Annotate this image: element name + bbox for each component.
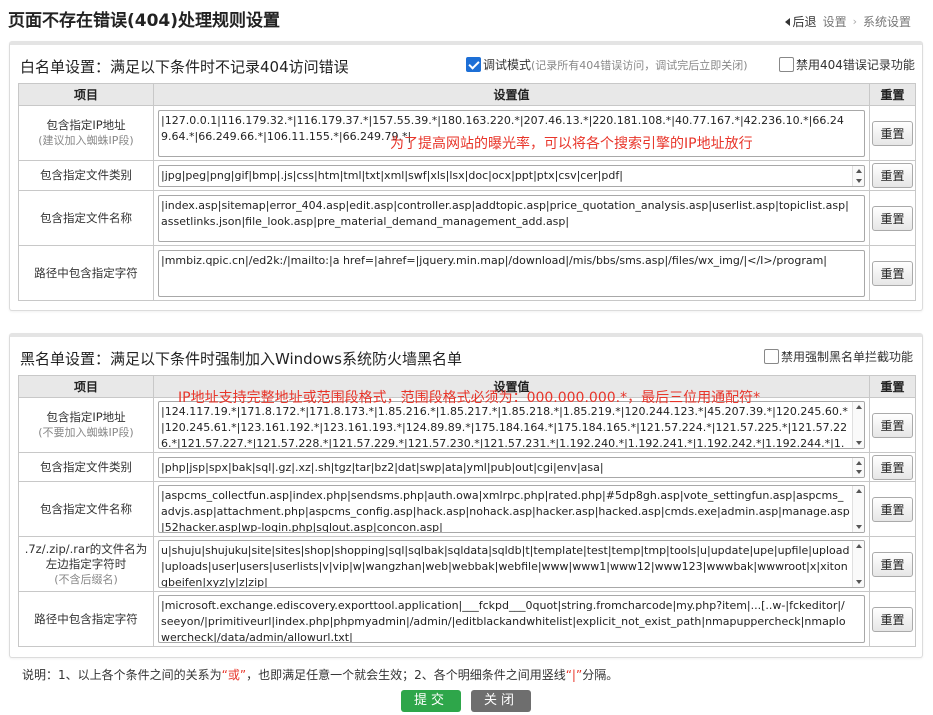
reset-button[interactable]: 重置: [872, 260, 913, 286]
row-label: 路径中包含指定字符: [18, 591, 154, 647]
row-sublabel: (不含后缀名): [54, 572, 118, 586]
column-header-reset: 重置: [869, 375, 916, 398]
row-label: 包含指定文件名称: [18, 190, 154, 246]
column-header-value: 设置值: [153, 83, 870, 106]
submit-button[interactable]: 提交: [401, 690, 461, 712]
row-label: 包含指定文件名称: [18, 481, 154, 537]
chevron-right-icon: ›: [852, 15, 857, 28]
table-row: 包含指定文件类别 |jpg|peg|png|gif|bmp|.js|css|ht…: [18, 160, 916, 191]
row-label: 包含指定文件类别: [18, 160, 154, 191]
whitelist-filetype-textarea[interactable]: |jpg|peg|png|gif|bmp|.js|css|htm|tml|txt…: [158, 164, 865, 187]
scrollbar[interactable]: [852, 165, 864, 186]
row-sublabel: (不要加入蜘蛛IP段): [38, 426, 134, 439]
reset-button[interactable]: 重置: [872, 163, 913, 188]
table-row: 包含指定文件类别 |php|jsp|spx|bak|sql|.gz|.xz|.s…: [18, 452, 916, 482]
reset-button[interactable]: 重置: [872, 551, 913, 577]
column-header-reset: 重置: [869, 83, 916, 106]
disable-blacklist-checkbox[interactable]: 禁用强制黑名单拦截功能: [764, 348, 913, 365]
reset-button[interactable]: 重置: [872, 454, 913, 480]
reset-button[interactable]: 重置: [872, 606, 913, 632]
disable-404-log-checkbox[interactable]: 禁用404错误记录功能: [779, 56, 915, 73]
blacklist-annotation: IP地址支持完整地址或范围段格式，范围段格式必须为：000.000.000.*，…: [178, 390, 761, 406]
row-label: 包含指定IP地址: [46, 410, 126, 424]
reset-button[interactable]: 重置: [872, 496, 913, 522]
checkbox-unchecked-icon[interactable]: [764, 349, 779, 364]
reset-button[interactable]: 重置: [872, 205, 913, 231]
blacklist-panel: 黑名单设置：满足以下条件时强制加入Windows系统防火墙黑名单 禁用强制黑名单…: [9, 333, 923, 658]
table-row: 路径中包含指定字符 |mmbiz.qpic.cn|/ed2k:/|mailto:…: [18, 245, 916, 301]
scrollbar[interactable]: [852, 457, 864, 477]
column-header-item: 项目: [18, 83, 154, 106]
whitelist-path-textarea[interactable]: |mmbiz.qpic.cn|/ed2k:/|mailto:|a href=|a…: [158, 249, 865, 297]
table-row: 包含指定文件名称 |index.asp|sitemap|error_404.as…: [18, 190, 916, 246]
row-label: .7z/.zip/.rar的文件名为左边指定字符时: [24, 541, 148, 571]
whitelist-annotation: 为了提高网站的曝光率，可以将各个搜索引擎的IP地址放行: [390, 136, 753, 152]
table-row: 包含指定文件名称 |aspcms_collectfun.asp|index.ph…: [18, 481, 916, 537]
row-label: 包含指定IP地址: [46, 118, 126, 132]
checkbox-checked-icon[interactable]: [466, 57, 481, 72]
breadcrumb-item-system-settings[interactable]: 系统设置: [863, 13, 911, 30]
footer-note: 说明：1、以上各个条件之间的关系为“或”，也即满足任意一个就会生效；2、各个明细…: [22, 668, 619, 682]
blacklist-table: 项目 设置值 重置 包含指定IP地址 (不要加入蜘蛛IP段) |124.117.1…: [18, 375, 916, 647]
blacklist-path-textarea[interactable]: |microsoft.exchange.ediscovery.exporttoo…: [158, 595, 865, 643]
row-label: 路径中包含指定字符: [18, 245, 154, 301]
blacklist-filetype-textarea[interactable]: |php|jsp|spx|bak|sql|.gz|.xz|.sh|tgz|tar…: [158, 456, 865, 478]
back-link[interactable]: 后退: [784, 13, 817, 30]
debug-mode-checkbox[interactable]: 调试模式 (记录所有404错误访问，调试完后立即关闭): [466, 56, 748, 73]
blacklist-ip-textarea[interactable]: |124.117.19.*|171.8.172.*|171.8.173.*|1.…: [158, 401, 865, 449]
table-row: .7z/.zip/.rar的文件名为左边指定字符时 (不含后缀名) u|shuju…: [18, 536, 916, 592]
close-button[interactable]: 关闭: [471, 690, 531, 712]
row-sublabel: (建议加入蜘蛛IP段): [38, 134, 134, 147]
reset-button[interactable]: 重置: [872, 412, 913, 438]
breadcrumb: 后退 设置 › 系统设置: [784, 13, 911, 30]
whitelist-panel: 白名单设置：满足以下条件时不记录404访问错误 调试模式 (记录所有404错误访问…: [9, 41, 923, 311]
scrollbar[interactable]: [852, 486, 864, 532]
blacklist-title: 黑名单设置：满足以下条件时强制加入Windows系统防火墙黑名单: [20, 350, 462, 368]
page-title: 页面不存在错误(404)处理规则设置: [8, 11, 281, 31]
checkbox-unchecked-icon[interactable]: [779, 57, 794, 72]
row-label: 包含指定文件类别: [18, 452, 154, 482]
back-arrow-icon: [784, 17, 790, 26]
column-header-item: 项目: [18, 375, 154, 398]
blacklist-filename-textarea[interactable]: |aspcms_collectfun.asp|index.php|sendsms…: [158, 485, 865, 533]
blacklist-archive-textarea[interactable]: u|shuju|shujuku|site|sites|shop|shopping…: [158, 540, 865, 588]
whitelist-title: 白名单设置：满足以下条件时不记录404访问错误: [20, 58, 349, 76]
breadcrumb-item-settings[interactable]: 设置: [823, 13, 847, 30]
whitelist-filename-textarea[interactable]: |index.asp|sitemap|error_404.asp|edit.as…: [158, 194, 865, 242]
reset-button[interactable]: 重置: [872, 120, 913, 146]
whitelist-table: 项目 设置值 重置 包含指定IP地址 (建议加入蜘蛛IP段) |127.0.0.1…: [18, 83, 916, 301]
scrollbar[interactable]: [852, 402, 864, 448]
scrollbar[interactable]: [852, 541, 864, 587]
table-row: 路径中包含指定字符 |microsoft.exchange.ediscovery…: [18, 591, 916, 647]
